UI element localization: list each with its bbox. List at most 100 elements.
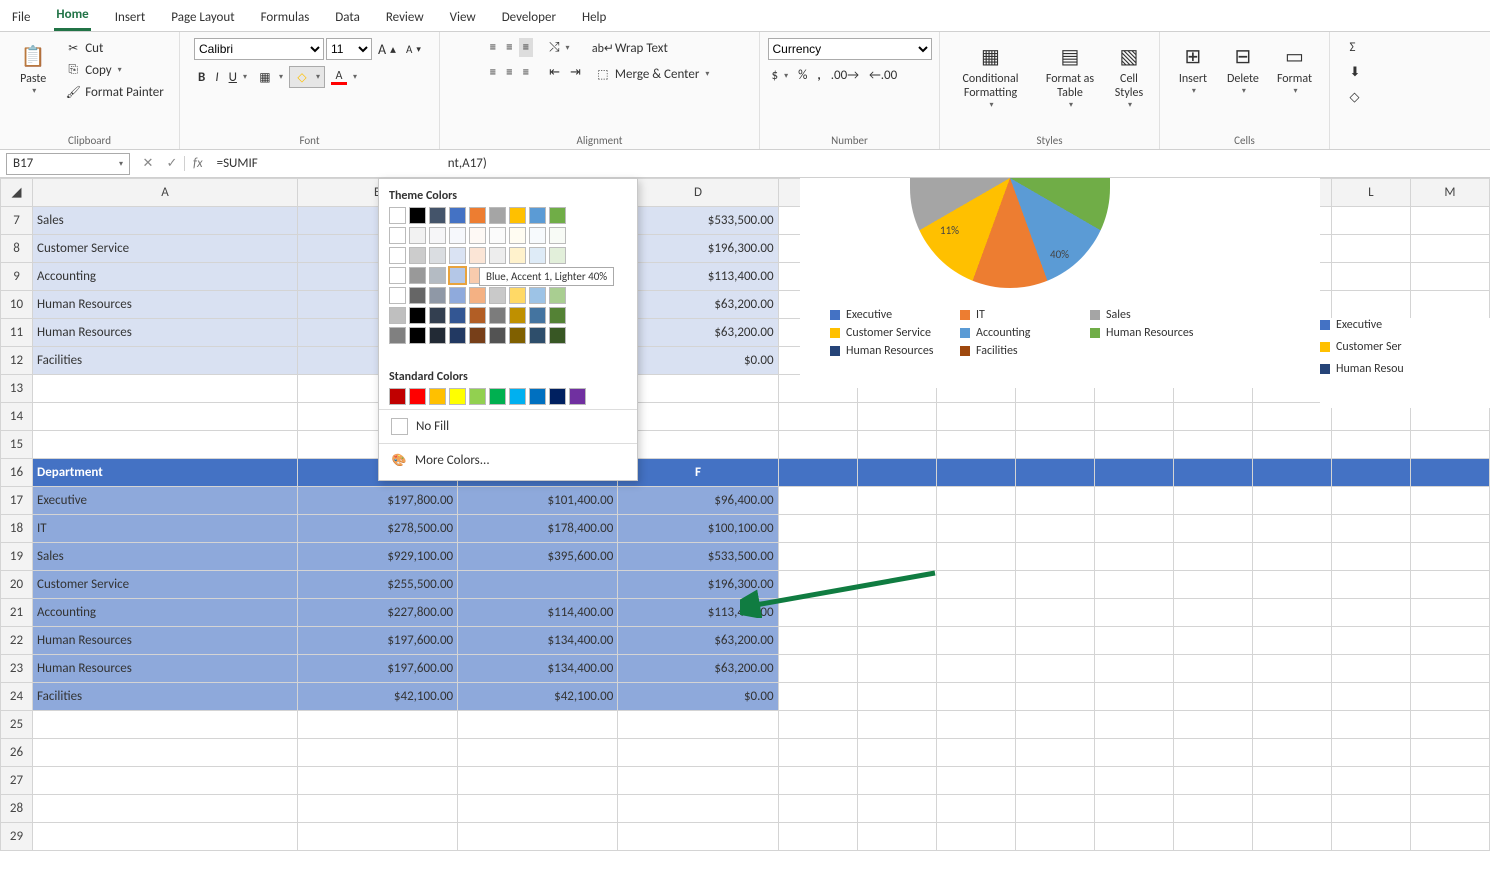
- color-swatch[interactable]: [529, 307, 546, 324]
- select-all-button[interactable]: ◢: [1, 179, 33, 207]
- cell[interactable]: [33, 431, 298, 459]
- fill-button[interactable]: ⬇: [1346, 63, 1365, 82]
- formula-input[interactable]: =SUMIFnt,A17): [211, 156, 1490, 171]
- cell[interactable]: [857, 683, 936, 711]
- cell[interactable]: $533,500.00: [618, 207, 778, 235]
- cell[interactable]: [936, 739, 1015, 767]
- cell[interactable]: [1252, 459, 1331, 487]
- col-header[interactable]: E: [778, 179, 857, 207]
- cell[interactable]: [1173, 767, 1252, 795]
- cut-button[interactable]: ✂Cut: [61, 38, 168, 58]
- cell[interactable]: [1173, 263, 1252, 291]
- color-swatch[interactable]: [509, 207, 526, 224]
- cell[interactable]: Human Resources: [33, 627, 298, 655]
- cell[interactable]: [1094, 823, 1173, 851]
- more-colors-button[interactable]: 🎨More Colors...: [389, 448, 627, 472]
- underline-button[interactable]: U▾: [225, 68, 251, 87]
- cell[interactable]: [857, 739, 936, 767]
- cell[interactable]: [1331, 627, 1410, 655]
- cell[interactable]: [778, 655, 857, 683]
- row-header[interactable]: 12: [1, 347, 33, 375]
- cell[interactable]: [1173, 739, 1252, 767]
- cell[interactable]: Department: [33, 459, 298, 487]
- cell[interactable]: [1331, 795, 1410, 823]
- cell[interactable]: [936, 655, 1015, 683]
- cell[interactable]: [1094, 739, 1173, 767]
- align-left-button[interactable]: ≡: [486, 63, 500, 82]
- cell[interactable]: [778, 627, 857, 655]
- cell[interactable]: Accounting: [33, 599, 298, 627]
- cancel-formula-button[interactable]: ✕: [136, 156, 160, 171]
- cell[interactable]: [297, 711, 457, 739]
- italic-button[interactable]: I: [211, 68, 222, 87]
- cell[interactable]: [1094, 627, 1173, 655]
- cell[interactable]: [1173, 459, 1252, 487]
- cell[interactable]: [297, 767, 457, 795]
- menu-data[interactable]: Data: [333, 6, 362, 31]
- cell[interactable]: [1252, 487, 1331, 515]
- cell[interactable]: [1410, 235, 1489, 263]
- cell[interactable]: [857, 459, 936, 487]
- color-swatch[interactable]: [509, 307, 526, 324]
- cell[interactable]: [1015, 235, 1094, 263]
- color-swatch[interactable]: [529, 247, 546, 264]
- row-header[interactable]: 24: [1, 683, 33, 711]
- cell[interactable]: [1331, 599, 1410, 627]
- cell[interactable]: [458, 767, 618, 795]
- cell[interactable]: [1410, 683, 1489, 711]
- color-swatch[interactable]: [429, 227, 446, 244]
- cell[interactable]: [1094, 263, 1173, 291]
- cell[interactable]: [1331, 291, 1410, 319]
- color-swatch[interactable]: [469, 388, 486, 405]
- cell[interactable]: [936, 459, 1015, 487]
- cell[interactable]: [1252, 431, 1331, 459]
- conditional-formatting-button[interactable]: ▦Conditional Formatting▾: [948, 38, 1033, 112]
- cell[interactable]: [1410, 767, 1489, 795]
- cell[interactable]: [778, 599, 857, 627]
- cell[interactable]: [778, 291, 857, 319]
- align-center-button[interactable]: ≡: [502, 63, 516, 82]
- format-painter-button[interactable]: 🖌Format Painter: [61, 82, 168, 102]
- cell[interactable]: [1331, 655, 1410, 683]
- menu-page-layout[interactable]: Page Layout: [169, 6, 236, 31]
- cell[interactable]: Customer Service: [33, 235, 298, 263]
- cell[interactable]: [618, 739, 778, 767]
- autosum-button[interactable]: Σ: [1346, 38, 1360, 57]
- color-swatch[interactable]: [489, 287, 506, 304]
- row-header[interactable]: 29: [1, 823, 33, 851]
- cell[interactable]: [33, 795, 298, 823]
- cell[interactable]: [1173, 711, 1252, 739]
- col-header[interactable]: A: [33, 179, 298, 207]
- enter-formula-button[interactable]: ✓: [160, 156, 184, 171]
- row-header[interactable]: 18: [1, 515, 33, 543]
- cell[interactable]: [1094, 543, 1173, 571]
- cell[interactable]: [778, 823, 857, 851]
- cell[interactable]: [1015, 711, 1094, 739]
- cell[interactable]: $63,200.00: [618, 291, 778, 319]
- color-swatch[interactable]: [449, 227, 466, 244]
- cell[interactable]: [1331, 823, 1410, 851]
- row-header[interactable]: 26: [1, 739, 33, 767]
- cell[interactable]: [1015, 767, 1094, 795]
- color-swatch[interactable]: [549, 207, 566, 224]
- cell[interactable]: [1094, 683, 1173, 711]
- color-swatch[interactable]: [529, 207, 546, 224]
- row-header[interactable]: 22: [1, 627, 33, 655]
- cell[interactable]: [778, 571, 857, 599]
- color-swatch[interactable]: [469, 247, 486, 264]
- cell[interactable]: [857, 823, 936, 851]
- cell[interactable]: [1410, 487, 1489, 515]
- cell[interactable]: [1173, 319, 1252, 347]
- cell[interactable]: [1015, 319, 1094, 347]
- cell[interactable]: [1331, 263, 1410, 291]
- cell[interactable]: [1410, 291, 1489, 319]
- cell[interactable]: Facilities: [33, 683, 298, 711]
- cell[interactable]: [778, 375, 857, 403]
- cell[interactable]: $114,400.00: [458, 599, 618, 627]
- cell[interactable]: [1015, 683, 1094, 711]
- col-header[interactable]: K: [1252, 179, 1331, 207]
- cell[interactable]: [1094, 431, 1173, 459]
- cell[interactable]: [1410, 655, 1489, 683]
- color-swatch[interactable]: [449, 327, 466, 344]
- cell[interactable]: [297, 795, 457, 823]
